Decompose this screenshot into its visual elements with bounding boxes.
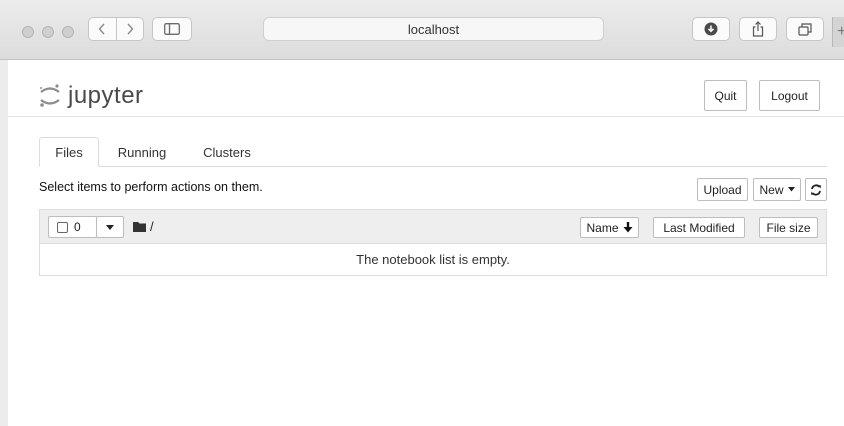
notebook-list: 0 / Name Last Modified File size The not… xyxy=(39,209,827,276)
tab-bar: Files Running Clusters xyxy=(39,137,827,167)
refresh-button[interactable] xyxy=(805,178,827,201)
selection-dropdown-button[interactable] xyxy=(96,216,124,238)
selected-count: 0 xyxy=(74,220,81,234)
tabs-icon xyxy=(798,22,812,36)
header-divider xyxy=(8,116,844,117)
quit-button[interactable]: Quit xyxy=(704,80,747,111)
sort-by-name-button[interactable]: Name xyxy=(580,217,639,238)
browser-toolbar: localhost + xyxy=(0,0,844,60)
close-window-icon[interactable] xyxy=(22,26,34,38)
checkbox-icon[interactable] xyxy=(57,221,68,233)
zoom-window-icon[interactable] xyxy=(62,26,74,38)
share-icon xyxy=(752,21,764,37)
address-bar[interactable]: localhost xyxy=(263,17,604,41)
caret-down-icon xyxy=(787,187,795,192)
chevron-right-icon xyxy=(127,23,134,35)
url-text: localhost xyxy=(407,21,460,37)
tab-running[interactable]: Running xyxy=(107,137,177,167)
chevron-left-icon xyxy=(98,23,105,35)
arrow-down-icon xyxy=(623,222,632,233)
selection-hint: Select items to perform actions on them. xyxy=(39,180,263,194)
minimize-window-icon[interactable] xyxy=(42,26,54,38)
share-button[interactable] xyxy=(739,17,777,41)
jupyter-logo-icon xyxy=(40,84,60,107)
logo-text: jupyter xyxy=(68,82,144,109)
forward-button[interactable] xyxy=(115,18,144,40)
jupyter-logo[interactable]: jupyter xyxy=(38,82,144,110)
show-tabs-button[interactable] xyxy=(786,17,824,41)
caret-down-icon xyxy=(106,224,114,230)
sort-by-file-size-button[interactable]: File size xyxy=(759,217,818,238)
tab-files[interactable]: Files xyxy=(39,137,99,167)
sidebar-icon xyxy=(164,23,180,35)
notebook-list-header: 0 / Name Last Modified File size xyxy=(40,210,826,244)
download-icon xyxy=(704,22,718,36)
breadcrumb-path[interactable]: / xyxy=(150,219,154,234)
downloads-button[interactable] xyxy=(692,17,730,41)
navigation-buttons xyxy=(88,17,144,41)
name-column-label: Name xyxy=(586,220,619,235)
select-all-checkbox-button[interactable]: 0 xyxy=(48,216,97,238)
refresh-icon xyxy=(811,183,821,196)
logout-button[interactable]: Logout xyxy=(759,80,820,111)
folder-icon xyxy=(133,222,146,232)
sort-by-last-modified-button[interactable]: Last Modified xyxy=(653,217,745,238)
new-button-label: New xyxy=(759,182,784,197)
sidebar-button[interactable] xyxy=(152,17,192,41)
new-button[interactable]: New xyxy=(753,178,801,201)
tab-clusters[interactable]: Clusters xyxy=(191,137,263,167)
empty-list-message: The notebook list is empty. xyxy=(356,252,510,267)
new-tab-button[interactable]: + xyxy=(832,17,844,47)
upload-button[interactable]: Upload xyxy=(697,178,748,201)
back-button[interactable] xyxy=(89,18,116,40)
